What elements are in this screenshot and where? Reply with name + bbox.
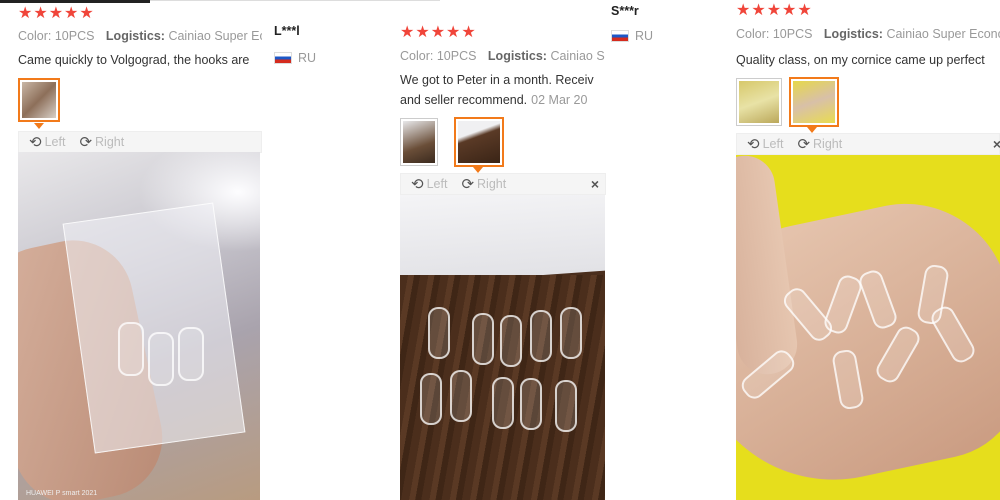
rotate-right-label: Right <box>813 137 843 151</box>
close-icon[interactable]: × <box>993 136 1000 152</box>
photo-rotate-toolbar: ⟲ Left ⟳ Right × <box>736 133 1000 155</box>
review-card-3: ★★★★★ Color: 10PCS Logistics: Cainiao Su… <box>735 0 1000 500</box>
rating-stars: ★★★★★ <box>736 2 813 19</box>
logistics-value: Cainiao Super Ec <box>168 29 262 43</box>
country-code: RU <box>298 51 317 65</box>
review-photo-thumb[interactable] <box>736 78 782 126</box>
review-card-2: ★★★★★ Color: 10PCS Logistics: Cainiao S … <box>399 0 606 500</box>
review-text: Came quickly to Volgograd, the hooks are <box>18 53 250 67</box>
photo-rotate-toolbar: ⟲ Left ⟳ Right <box>18 131 262 153</box>
rotate-right-icon: ⟳ <box>79 133 93 151</box>
rating-stars: ★★★★★ <box>400 24 477 41</box>
color-value: 10PCS <box>772 27 813 41</box>
review-photo-thumb[interactable] <box>18 78 60 122</box>
rotate-right-label: Right <box>95 135 125 149</box>
review-photo-large[interactable]: HUAWEI P smart 2021 <box>18 152 260 500</box>
active-thumb-caret <box>34 123 44 129</box>
review-photo-thumb-active[interactable] <box>789 77 839 127</box>
color-label: Color: <box>736 27 770 41</box>
logistics-value: Cainiao S <box>550 49 605 63</box>
logistics-label: Logistics: <box>487 49 547 63</box>
review-text: Quality class, on my cornice came up per… <box>736 53 985 67</box>
reviewer-country: RU <box>274 51 316 65</box>
color-label: Color: <box>18 29 52 43</box>
reviewer-name: L***l <box>274 24 300 38</box>
review-meta: Color: 10PCS Logistics: Cainiao Super Ec <box>18 29 262 43</box>
review-meta: Color: 10PCS Logistics: Cainiao S <box>400 49 605 63</box>
review-photo-thumb-active[interactable] <box>454 117 504 167</box>
review-meta: Color: 10PCS Logistics: Cainiao Super Ec… <box>736 27 1000 41</box>
logistics-label: Logistics: <box>105 29 165 43</box>
rotate-right-button[interactable]: ⟳ Right <box>79 135 124 150</box>
rotate-left-button[interactable]: ⟲ Left <box>747 137 783 152</box>
rating-stars: ★★★★★ <box>18 5 95 22</box>
review-text-cont: and seller recommend. <box>400 93 528 107</box>
rotate-left-label: Left <box>426 177 448 191</box>
rotate-left-label: Left <box>44 135 66 149</box>
logistics-label: Logistics: <box>823 27 883 41</box>
review-photo-large[interactable] <box>400 195 605 500</box>
rotate-right-icon: ⟳ <box>797 135 811 153</box>
close-icon[interactable]: × <box>591 176 599 192</box>
rotate-right-icon: ⟳ <box>461 175 475 193</box>
rotate-left-icon: ⟲ <box>747 135 760 153</box>
color-value: 10PCS <box>436 49 477 63</box>
country-code: RU <box>635 29 654 43</box>
russia-flag-icon <box>274 52 292 64</box>
rotate-left-button[interactable]: ⟲ Left <box>29 135 65 150</box>
logistics-value: Cainiao Super Econo <box>886 27 1000 41</box>
rotate-right-label: Right <box>477 177 507 191</box>
review-card-1: ★★★★★ Color: 10PCS Logistics: Cainiao Su… <box>0 0 262 500</box>
reviewer-name: S***r <box>611 4 639 18</box>
review-date: 02 Mar 20 <box>531 93 588 107</box>
review-text-line2: and seller recommend. 02 Mar 20 <box>400 92 587 108</box>
review-text: We got to Peter in a month. Receiv <box>400 73 594 87</box>
rotate-left-icon: ⟲ <box>411 175 424 193</box>
review-photo-large[interactable] <box>736 155 1000 500</box>
rotate-left-button[interactable]: ⟲ Left <box>411 177 447 192</box>
review-photo-thumb[interactable] <box>400 118 438 166</box>
color-label: Color: <box>400 49 434 63</box>
rotate-left-label: Left <box>762 137 784 151</box>
rotate-right-button[interactable]: ⟳ Right <box>461 177 506 192</box>
rotate-left-icon: ⟲ <box>29 133 42 151</box>
photo-rotate-toolbar: ⟲ Left ⟳ Right × <box>400 173 606 195</box>
rotate-right-button[interactable]: ⟳ Right <box>797 137 842 152</box>
reviewer-country: RU <box>611 29 653 43</box>
color-value: 10PCS <box>54 29 95 43</box>
russia-flag-icon <box>611 30 629 42</box>
photo-watermark: HUAWEI P smart 2021 <box>26 490 98 497</box>
